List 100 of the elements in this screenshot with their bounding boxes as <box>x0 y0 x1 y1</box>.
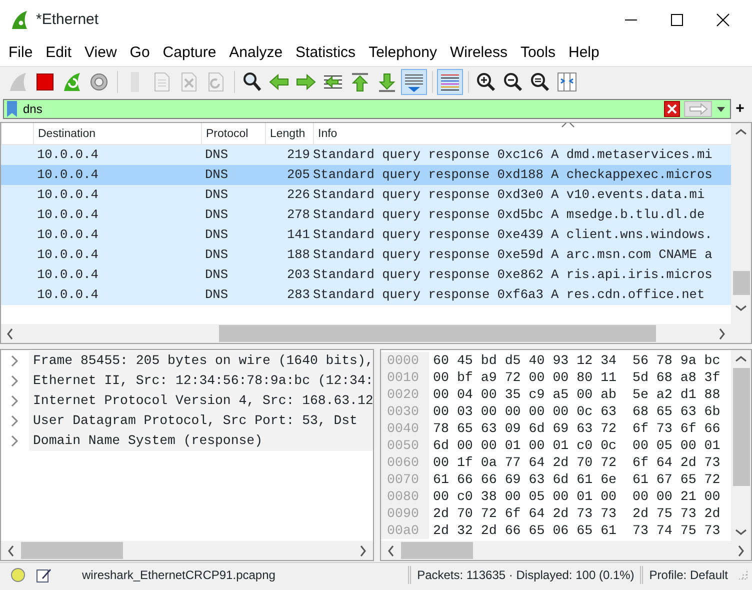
zoom-out-icon <box>502 70 524 92</box>
menu-item[interactable]: Tools <box>514 43 562 63</box>
clear-filter-button[interactable] <box>664 101 680 117</box>
table-cell-text: 10.0.0.4 <box>36 266 100 284</box>
shark-fin-icon <box>7 70 29 92</box>
scroll-left-icon <box>387 544 395 556</box>
packet-row[interactable]: 10.0.0.4 DNS 278 Standard query response 0xd5bc A msedge.b.tlu.dl.de <box>1 205 731 225</box>
restart-icon <box>61 70 83 92</box>
table-cell-text: 219 <box>286 146 311 164</box>
byte-offset: 0010 <box>381 369 429 386</box>
menu-item[interactable]: File <box>2 43 40 63</box>
hex-bytes: 60 45 bd d5 40 93 12 34 56 78 9a bc <box>432 352 720 369</box>
scroll-left-icon <box>7 544 15 556</box>
vertical-scrollbar[interactable] <box>731 350 751 541</box>
tree-item[interactable]: Domain Name System (response) <box>1 431 373 451</box>
table-cell-text: 278 <box>286 206 311 224</box>
packet-row[interactable]: 10.0.0.4 DNS 203 Standard query response 0xe862 A ris.api.iris.micros <box>1 265 731 285</box>
horizontal-scrollbar[interactable] <box>381 541 751 560</box>
hex-bytes: 00 04 00 35 c9 a5 00 ab 5e a2 d1 88 <box>432 386 720 403</box>
byte-offset: 0090 <box>381 505 429 522</box>
table-cell-text: 188 <box>286 246 311 264</box>
menu-item[interactable]: Go <box>123 43 156 63</box>
horizontal-scrollbar[interactable] <box>1 541 373 560</box>
byte-offset: 0040 <box>381 420 429 437</box>
filter-field[interactable]: dns <box>3 99 731 119</box>
profile-label: Profile: Default <box>649 566 728 584</box>
menu-item[interactable]: Help <box>562 43 606 63</box>
table-cell-text: 205 <box>286 166 311 184</box>
table-cell-text: 10.0.0.4 <box>36 206 100 224</box>
hex-bytes: 61 66 66 69 63 6d 61 6e 61 67 65 72 <box>432 471 720 488</box>
table-cell-text: Standard query response 0xd188 A checkappexec.micros <box>313 166 714 184</box>
table-cell-text: DNS <box>204 246 230 264</box>
shark-fin-icon <box>10 10 28 30</box>
search-icon <box>241 70 263 92</box>
table-cell-text: Standard query response 0xe862 A ris.api.iris.micros <box>313 266 714 284</box>
byte-offset: 0060 <box>381 454 429 471</box>
scrollbar-thumb[interactable] <box>401 542 473 559</box>
packet-row[interactable]: 10.0.0.4 DNS 283 Standard query response 0xf6a3 A res.cdn.office.net <box>1 285 731 305</box>
scrollbar-thumb[interactable] <box>219 325 656 342</box>
scroll-left-icon <box>6 328 14 340</box>
packet-row[interactable]: 10.0.0.4 DNS 141 Standard query response 0xe439 A client.wns.windows. <box>1 225 731 245</box>
byte-offset: 0070 <box>381 471 429 488</box>
packet-row[interactable]: 10.0.0.4 DNS 188 Standard query response 0xe59d A arc.msn.com CNAME a <box>1 245 731 265</box>
edit-icon <box>36 566 52 582</box>
bookmark-icon <box>6 101 18 117</box>
menu-item[interactable]: Capture <box>156 43 223 63</box>
menu-item[interactable]: Telephony <box>362 43 444 63</box>
vertical-scrollbar[interactable] <box>731 123 751 343</box>
status-indicator-icon <box>10 566 26 582</box>
table-cell-text: DNS <box>204 206 230 224</box>
horizontal-scrollbar[interactable] <box>1 324 731 343</box>
menu-item[interactable]: Wireless <box>443 43 514 63</box>
packet-count: Packets: 113635 · Displayed: 100 (0.1%) <box>417 566 634 584</box>
table-cell-text: Standard query response 0xf6a3 A res.cdn.office.net <box>313 286 706 304</box>
filter-input[interactable]: dns <box>20 100 664 118</box>
table-cell-text: DNS <box>204 266 230 284</box>
tree-item[interactable]: User Datagram Protocol, Src Port: 53, Dst <box>1 411 373 431</box>
resize-grip-icon <box>738 570 748 580</box>
menu-item[interactable]: Analyze <box>222 43 290 63</box>
table-cell-text: DNS <box>204 226 230 244</box>
hex-bytes: 2d 32 2d 66 65 06 65 61 73 74 75 73 <box>432 522 720 539</box>
stop-icon <box>34 70 56 92</box>
scrollbar-thumb[interactable] <box>732 368 750 486</box>
table-cell-text: 10.0.0.4 <box>36 146 100 164</box>
hex-bytes: 00 03 00 00 00 00 0c 63 68 65 63 6b <box>432 403 720 420</box>
table-cell-text: DNS <box>204 286 230 304</box>
tree-item[interactable]: Internet Protocol Version 4, Src: 168.63.12 <box>1 391 373 411</box>
packet-row[interactable]: 10.0.0.4 DNS 226 Standard query response 0xd3e0 A v10.events.data.mi <box>1 185 731 205</box>
zoom-reset-icon <box>529 70 551 92</box>
menu-item[interactable]: View <box>78 43 124 63</box>
tree-item[interactable]: Ethernet II, Src: 12:34:56:78:9a:bc (12:34: <box>1 371 373 391</box>
table-cell-text: Standard query response 0xd3e0 A v10.events.data.mi <box>313 186 706 204</box>
toolbar-button[interactable] <box>437 68 463 94</box>
maximize-icon <box>670 13 684 27</box>
window-title: *Ethernet <box>36 10 99 30</box>
tree-item[interactable]: Frame 85455: 205 bytes on wire (1640 bits), <box>1 351 373 371</box>
packet-row[interactable]: 10.0.0.4 DNS 205 Standard query response 0xd188 A checkappexec.micros <box>1 165 731 185</box>
table-cell-text: DNS <box>204 166 230 184</box>
table-cell-text: 10.0.0.4 <box>36 226 100 244</box>
scroll-right-icon <box>718 328 726 340</box>
scroll-down-icon <box>735 304 747 312</box>
table-cell-text: DNS <box>204 146 230 164</box>
scroll-up-icon <box>735 128 747 136</box>
add-filter-button[interactable]: + <box>731 98 749 120</box>
table-cell-text: DNS <box>204 186 230 204</box>
byte-offset: 0030 <box>381 403 429 420</box>
file-name: wireshark_EthernetCRCP91.pcapng <box>82 566 276 584</box>
scrollbar-thumb[interactable] <box>732 271 750 295</box>
table-cell-text: 10.0.0.4 <box>36 246 100 264</box>
up-arrow-icon <box>349 70 371 92</box>
table-cell-text: 226 <box>286 186 311 204</box>
hex-bytes: 00 c0 38 00 05 00 01 00 00 00 21 00 <box>432 488 720 505</box>
sort-indicator-icon <box>560 122 574 128</box>
packet-row[interactable]: 10.0.0.4 DNS 219 Standard query response 0xc1c6 A dmd.metaservices.mi <box>1 145 731 165</box>
scroll-up-icon <box>735 355 747 363</box>
menu-item[interactable]: Statistics <box>289 43 362 63</box>
scrollbar-thumb[interactable] <box>21 542 123 559</box>
byte-offset: 0080 <box>381 488 429 505</box>
table-cell-text: Standard query response 0xd5bc A msedge.b.tlu.dl.de <box>313 206 706 224</box>
menu-item[interactable]: Edit <box>39 43 78 63</box>
